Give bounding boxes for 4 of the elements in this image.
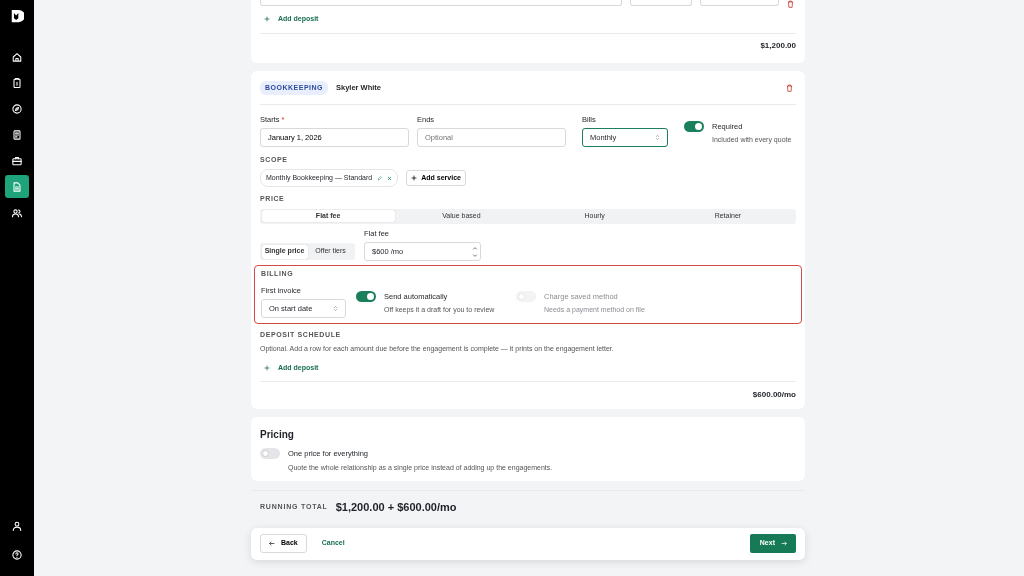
card-total: $1,200.00 [760,40,796,50]
card-title: Pricing [260,428,295,443]
running-total: $1,200.00 + $600.00/mo [335,500,457,515]
card-total: $600.00/mo [752,390,796,400]
